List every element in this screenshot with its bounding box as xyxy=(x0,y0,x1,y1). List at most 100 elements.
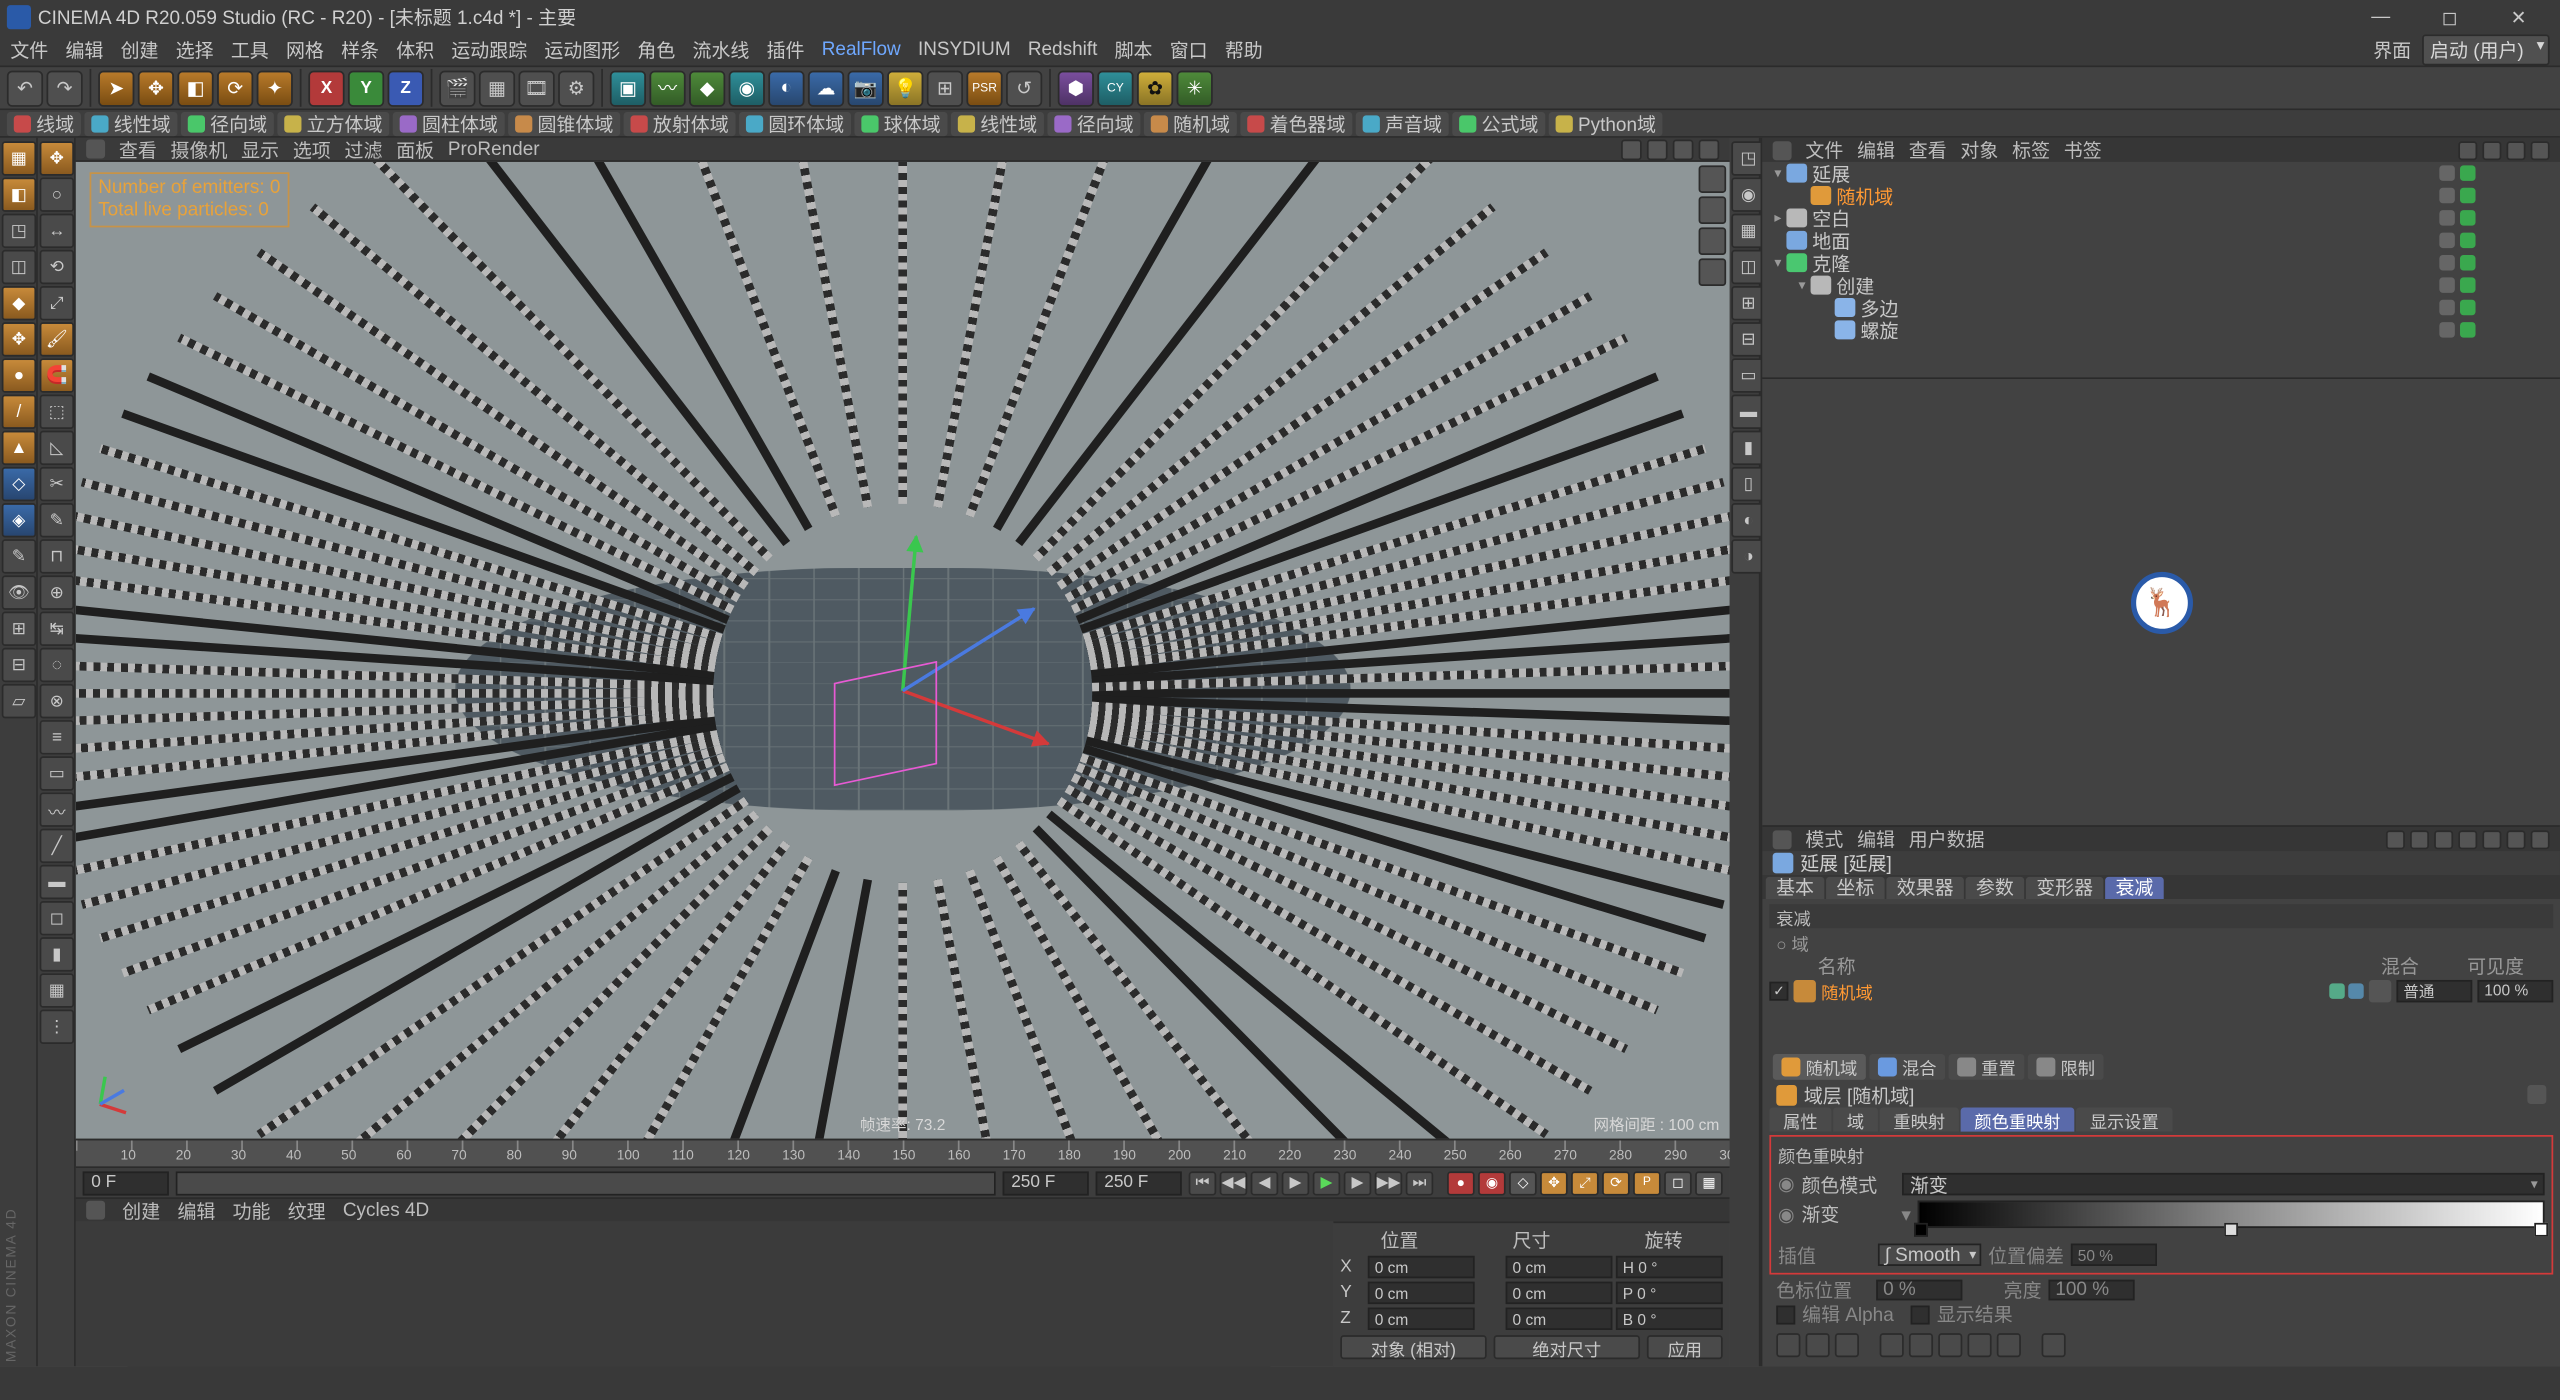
slide-tool[interactable]: ↹ xyxy=(40,612,74,646)
render-region-button[interactable]: ▦ xyxy=(479,70,515,106)
undo-button[interactable]: ↶ xyxy=(7,70,43,106)
field-blend-combo[interactable]: 普通 xyxy=(2396,979,2472,1001)
keyframe-sel-button[interactable]: ◇ xyxy=(1509,1171,1537,1195)
field-toolbar-3[interactable]: 立方体域 xyxy=(277,111,389,135)
layer-search-icon[interactable] xyxy=(2527,1085,2546,1104)
viewport-solo-button[interactable]: 👁 xyxy=(2,575,36,609)
live-select-tool[interactable]: ✥ xyxy=(40,141,74,175)
brush-tool[interactable]: 🖌 xyxy=(40,322,74,356)
environment-button[interactable]: ☁ xyxy=(808,70,844,106)
render-settings-button[interactable]: ⚙ xyxy=(558,70,594,106)
mat-tab-4[interactable]: Cycles 4D xyxy=(343,1200,429,1221)
mat-tab-2[interactable]: 功能 xyxy=(233,1196,271,1224)
render-pv-button[interactable]: 🎞 xyxy=(519,70,555,106)
scale-tool[interactable]: ◧ xyxy=(177,70,213,106)
autokey-button[interactable]: ◉ xyxy=(1478,1171,1506,1195)
symmetry-tool[interactable]: ▮ xyxy=(40,937,74,971)
menu-item-12[interactable]: 插件 xyxy=(767,36,805,64)
reset-psr-button[interactable]: ↺ xyxy=(1006,70,1042,106)
inset-tool[interactable]: ◻ xyxy=(40,901,74,935)
om-row-7[interactable]: 螺旋 xyxy=(1762,319,2560,341)
field-enable-checkbox[interactable]: ✓ xyxy=(1769,981,1788,1000)
iron-tool[interactable]: ▭ xyxy=(40,756,74,790)
vp-menu-2[interactable]: 显示 xyxy=(241,135,279,163)
field-toolbar-6[interactable]: 放射体域 xyxy=(624,111,736,135)
sub-tab-1[interactable]: 域 xyxy=(1833,1108,1878,1132)
menu-item-11[interactable]: 流水线 xyxy=(693,36,750,64)
sub-tab-3[interactable]: 颜色重映射 xyxy=(1960,1108,2074,1132)
field-toolbar-13[interactable]: 声音域 xyxy=(1356,111,1449,135)
axis-z-toggle[interactable]: Z xyxy=(388,70,424,106)
vp-maximize-icon[interactable] xyxy=(1699,258,1727,286)
knot-interp-combo[interactable]: ∫Smooth xyxy=(1878,1244,1981,1266)
path-cut-tool[interactable]: 〰 xyxy=(40,792,74,826)
field-toolbar-0[interactable]: 线域 xyxy=(7,111,81,135)
om-menu-3[interactable]: 对象 xyxy=(1960,136,1998,164)
field-toolbar-8[interactable]: 球体域 xyxy=(854,111,947,135)
om-menu-5[interactable]: 书签 xyxy=(2064,136,2102,164)
menu-item-4[interactable]: 工具 xyxy=(231,36,269,64)
texture-mode-button[interactable]: ◳ xyxy=(2,214,36,248)
menu-item-9[interactable]: 运动图形 xyxy=(544,36,620,64)
key-param-button[interactable]: P xyxy=(1633,1171,1661,1195)
knife-tool[interactable]: ✂ xyxy=(40,467,74,501)
xparticles-button[interactable]: ✳ xyxy=(1177,70,1213,106)
model-mode-button[interactable]: ◧ xyxy=(2,177,36,211)
am-tab-4[interactable]: 变形器 xyxy=(2026,876,2104,898)
cp-icon-1[interactable] xyxy=(1776,1333,1800,1357)
magnet-tool[interactable]: 🧲 xyxy=(40,358,74,392)
layout-combo[interactable]: 启动 (用户) xyxy=(2421,34,2549,65)
line-cut-tool[interactable]: ╱ xyxy=(40,829,74,863)
material-manager-area[interactable] xyxy=(76,1221,1334,1366)
axis-mode-button[interactable]: ✥ xyxy=(2,322,36,356)
gradient-editor[interactable] xyxy=(1918,1201,2545,1229)
coord-mode-2-combo[interactable]: 绝对尺寸 xyxy=(1494,1335,1640,1359)
menu-item-10[interactable]: 角色 xyxy=(637,36,675,64)
generator-button[interactable]: ◆ xyxy=(689,70,725,106)
cp-icon-5[interactable] xyxy=(1909,1333,1933,1357)
am-tab-3[interactable]: 参数 xyxy=(1966,876,2025,898)
om-menu-1[interactable]: 编辑 xyxy=(1857,136,1895,164)
polypen-tool[interactable]: ✎ xyxy=(40,503,74,537)
rotate-tool-2[interactable]: ⟲ xyxy=(40,250,74,284)
uv-point-button[interactable]: ◇ xyxy=(2,467,36,501)
menu-item-0[interactable]: 文件 xyxy=(10,36,48,64)
cp-icon-4[interactable] xyxy=(1879,1333,1903,1357)
plane-cut-tool[interactable]: ▬ xyxy=(40,865,74,899)
key-pla-button[interactable]: ◻ xyxy=(1664,1171,1692,1195)
vp-orbit-icon[interactable] xyxy=(1699,227,1727,255)
play-fwd-button[interactable]: ▶ xyxy=(1313,1171,1341,1195)
render-view-button[interactable]: 🎬 xyxy=(439,70,475,106)
loop-cut-tool[interactable]: ≡ xyxy=(40,720,74,754)
prev-frame-button[interactable]: ◀ xyxy=(1251,1171,1279,1195)
menu-item-15[interactable]: Redshift xyxy=(1028,40,1098,61)
menu-item-2[interactable]: 创建 xyxy=(121,36,159,64)
layer-tab-3[interactable]: 限制 xyxy=(2028,1053,2104,1079)
move-tool[interactable]: ✥ xyxy=(138,70,174,106)
om-menu-0[interactable]: 文件 xyxy=(1805,136,1843,164)
redo-button[interactable]: ↷ xyxy=(47,70,83,106)
workplane-mode-button[interactable]: ◫ xyxy=(2,250,36,284)
vp-menu-3[interactable]: 选项 xyxy=(293,135,331,163)
mograph-button[interactable]: ⬢ xyxy=(1058,70,1094,106)
timeline-slider[interactable] xyxy=(176,1171,996,1195)
fps-field[interactable]: 250 F xyxy=(1096,1171,1182,1195)
prev-key-button[interactable]: ◀◀ xyxy=(1220,1171,1248,1195)
vp-menu-0[interactable]: 查看 xyxy=(119,135,157,163)
point-mode-button[interactable]: ● xyxy=(2,358,36,392)
field-toolbar-10[interactable]: 径向域 xyxy=(1047,111,1140,135)
vp-dolly-icon[interactable] xyxy=(1699,196,1727,224)
field-toolbar-9[interactable]: 线性域 xyxy=(951,111,1044,135)
primitive-button[interactable]: ▣ xyxy=(610,70,646,106)
uv-poly-button[interactable]: ◈ xyxy=(2,503,36,537)
menu-item-6[interactable]: 样条 xyxy=(341,36,379,64)
snap-settings-button[interactable]: ⊟ xyxy=(2,648,36,682)
scale-tool-2[interactable]: ⤢ xyxy=(40,286,74,320)
window-maximize-button[interactable]: ◻ xyxy=(2415,6,2484,28)
play-back-button[interactable]: ▶ xyxy=(1282,1171,1310,1195)
lasso-select-tool[interactable]: ○ xyxy=(40,177,74,211)
sub-tab-0[interactable]: 属性 xyxy=(1769,1108,1831,1132)
field-toolbar-5[interactable]: 圆锥体域 xyxy=(508,111,620,135)
color-mode-combo[interactable]: 渐变 xyxy=(1901,1173,2544,1195)
brightness-field[interactable]: 100 % xyxy=(2048,1280,2134,1301)
